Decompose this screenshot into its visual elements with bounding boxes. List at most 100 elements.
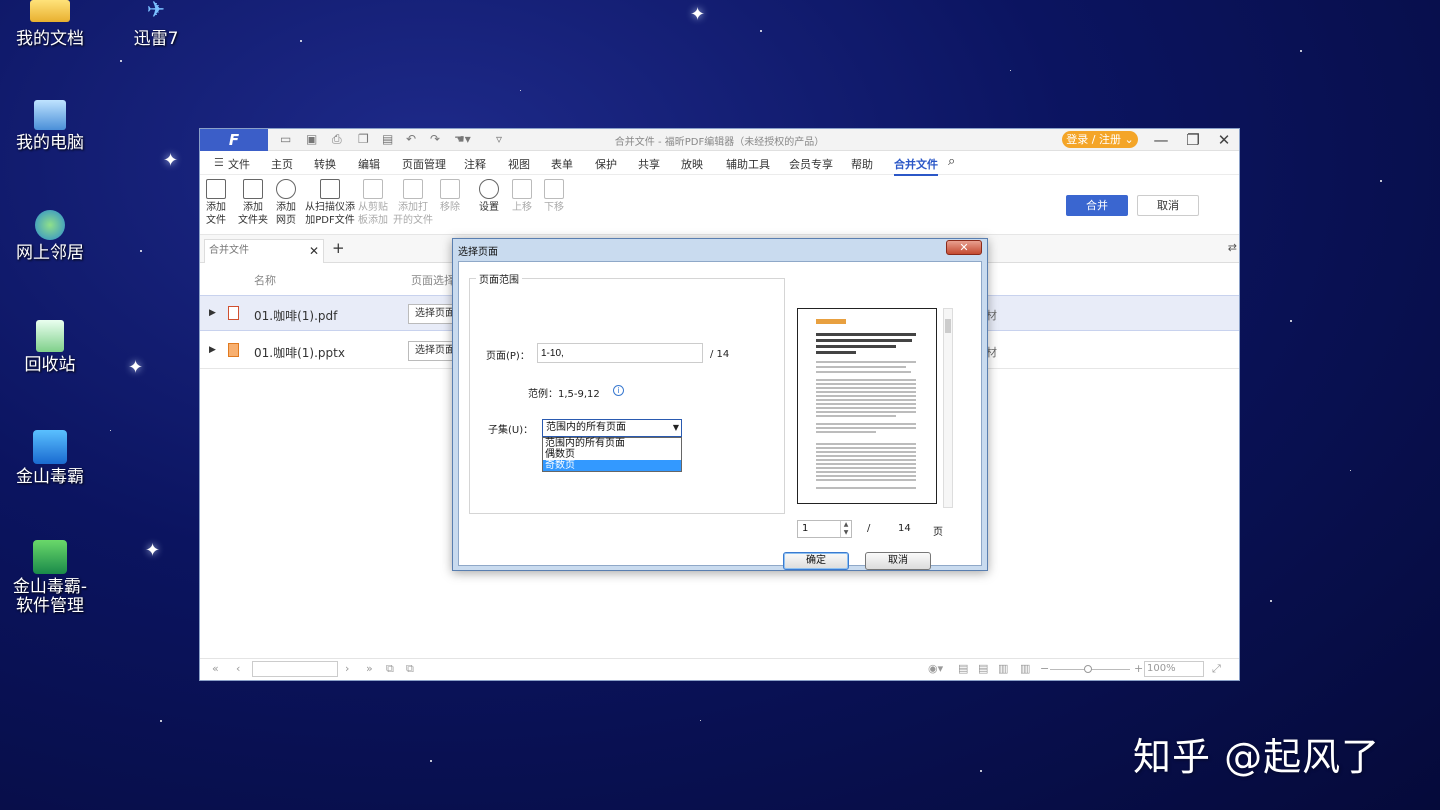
preview-title-line (816, 339, 912, 342)
select-pages-button[interactable]: 选择页面 (408, 341, 454, 361)
menu-view[interactable]: 视图 (508, 156, 530, 172)
two-page-icon[interactable]: ▥ (998, 662, 1008, 675)
menu-home[interactable]: 主页 (271, 156, 293, 172)
close-tab-icon[interactable]: ✕ (309, 240, 319, 262)
add-web-button[interactable]: 添加 网页 (276, 179, 296, 227)
desktop-icon-kingsoft-av[interactable]: 金山毒霸 (0, 430, 100, 487)
subset-option-even[interactable]: 偶数页 (543, 449, 681, 460)
subset-option-all[interactable]: 范围内的所有页面 (543, 438, 681, 449)
trash-icon (440, 179, 460, 199)
menu-convert[interactable]: 转换 (314, 156, 336, 172)
next-page-icon[interactable]: › (345, 662, 349, 675)
last-page-icon[interactable]: » (366, 662, 373, 675)
move-down-button[interactable]: 下移 (544, 179, 564, 214)
menu-merge-files[interactable]: 合并文件 (894, 156, 938, 176)
desktop-icon-recycle-bin[interactable]: 回收站 (0, 320, 100, 375)
column-page-select[interactable]: 页面选择 (411, 272, 455, 288)
desktop-icon-xunlei[interactable]: ✈ 迅雷7 (106, 0, 206, 49)
expand-icon[interactable]: ▶ (209, 308, 216, 318)
settings-button[interactable]: 设置 (479, 179, 499, 214)
page-label: 页面(P)： (486, 351, 530, 362)
move-up-button[interactable]: 上移 (512, 179, 532, 214)
menu-slideshow[interactable]: 放映 (681, 156, 703, 172)
add-from-clipboard-button[interactable]: 从剪贴 板添加 (358, 179, 388, 227)
two-page-continuous-icon[interactable]: ▥ (1020, 662, 1030, 675)
menu-comment[interactable]: 注释 (464, 156, 486, 172)
desktop-icon-network[interactable]: 网上邻居 (0, 210, 100, 263)
preview-scrollbar[interactable] (943, 308, 953, 508)
menu-page-management[interactable]: 页面管理 (402, 156, 446, 172)
ok-button[interactable]: 确定 (783, 552, 849, 570)
preview-text-line (816, 379, 916, 381)
menu-protect[interactable]: 保护 (595, 156, 617, 172)
preview-text-line (816, 383, 916, 385)
preview-text-line (816, 447, 916, 449)
merge-button[interactable]: 合并 (1066, 195, 1128, 216)
remove-button[interactable]: 移除 (440, 179, 460, 214)
dialog-body: 页面范围 页面(P)： / 14 范例：1,5-9,12 i 子集(U)： 范围… (458, 261, 982, 570)
ribbon-label: 从剪贴 (358, 202, 388, 213)
expand-icon[interactable]: ▶ (209, 345, 216, 355)
preview-text-line (816, 366, 906, 368)
rotate-icon[interactable]: ⧉ (406, 662, 414, 676)
desktop-icon-kingsoft-softmgr[interactable]: 金山毒霸- 软件管理 (0, 540, 100, 616)
move-up-icon (512, 179, 532, 199)
minimize-icon[interactable]: — (1146, 129, 1176, 151)
menu-file[interactable]: 文件 (228, 156, 250, 172)
dialog-close-button[interactable]: ✕ (946, 240, 982, 255)
menu-member[interactable]: 会员专享 (789, 156, 833, 172)
zoom-out-icon[interactable]: − (1040, 662, 1049, 675)
menu-edit[interactable]: 编辑 (358, 156, 380, 172)
login-register-button[interactable]: 登录 / 注册 ⌄ (1062, 131, 1138, 148)
add-tab-icon[interactable]: + (332, 239, 345, 257)
desktop-icon-my-computer[interactable]: 我的电脑 (0, 100, 100, 153)
zoom-select[interactable]: 100% (1144, 661, 1204, 677)
select-pages-button[interactable]: 选择页面 (408, 304, 454, 324)
fullscreen-icon[interactable]: ⤢ (1212, 662, 1221, 676)
panel-toggle-icon[interactable]: ⇄ (1228, 241, 1237, 254)
ribbon-label: 设置 (479, 202, 499, 213)
eye-icon[interactable]: ◉▾ (928, 662, 943, 675)
ribbon-label: 添加打 (398, 202, 428, 213)
subset-option-odd[interactable]: 奇数页 (543, 460, 681, 471)
star (160, 720, 162, 722)
page-spinner[interactable]: ▲ ▼ (840, 521, 851, 537)
menu-tools[interactable]: 辅助工具 (726, 156, 770, 172)
computer-icon (34, 100, 66, 130)
single-page-icon[interactable]: ▤ (958, 662, 968, 675)
add-file-button[interactable]: 添加 文件 (206, 179, 226, 227)
cancel-merge-button[interactable]: 取消 (1137, 195, 1199, 216)
close-icon[interactable]: ✕ (1209, 129, 1239, 151)
subset-select[interactable]: 范围内的所有页面 ▼ (542, 419, 682, 437)
add-folder-button[interactable]: 添加 文件夹 (238, 179, 268, 227)
title-bar: F ▭ ▣ ⎙ ❐ ▤ ↶ ↷ ☚▾ ▿ 合并文件 - 福昕PDF编辑器（未经授… (200, 129, 1239, 151)
menu-icon[interactable]: ☰ (214, 156, 224, 169)
add-open-files-button[interactable]: 添加打 开的文件 (393, 179, 433, 227)
dialog-title: 选择页面 (458, 247, 498, 258)
menu-form[interactable]: 表单 (551, 156, 573, 172)
desktop-icon-my-documents[interactable]: 我的文档 (0, 0, 100, 49)
cancel-button[interactable]: 取消 (865, 552, 931, 570)
add-from-scanner-button[interactable]: 从扫描仪添 加PDF文件 (305, 179, 355, 227)
column-name[interactable]: 名称 (254, 272, 276, 288)
page-range-input[interactable] (537, 343, 703, 363)
star (110, 430, 111, 431)
restore-icon[interactable]: ❐ (1178, 129, 1208, 151)
zoom-slider-thumb[interactable] (1084, 665, 1092, 673)
copy-page-icon[interactable]: ⧉ (386, 662, 394, 676)
continuous-icon[interactable]: ▤ (978, 662, 988, 675)
menu-share[interactable]: 共享 (638, 156, 660, 172)
tab-merge-files[interactable]: 合并文件 ✕ (204, 239, 324, 263)
menu-help[interactable]: 帮助 (851, 156, 873, 172)
desktop-icon-label: 我的电脑 (16, 133, 84, 153)
first-page-icon[interactable]: « (212, 662, 219, 675)
journal-logo (816, 319, 846, 324)
prev-page-icon[interactable]: ‹ (236, 662, 240, 675)
move-down-icon (544, 179, 564, 199)
zoom-in-icon[interactable]: + (1134, 662, 1143, 675)
scrollbar-thumb[interactable] (945, 319, 951, 333)
search-icon[interactable]: ⌕ (948, 154, 955, 169)
info-icon[interactable]: i (613, 385, 624, 396)
page-number-input[interactable] (252, 661, 338, 677)
pdf-file-icon (228, 306, 239, 320)
